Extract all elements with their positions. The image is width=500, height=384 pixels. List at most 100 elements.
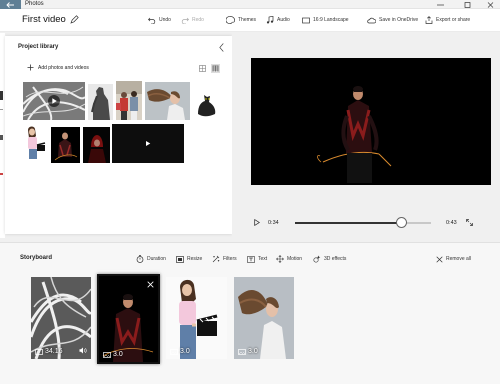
dark-figure-thumbnail bbox=[88, 84, 113, 120]
back-button[interactable] bbox=[0, 0, 21, 9]
export-button[interactable]: Export or share bbox=[425, 14, 470, 26]
save-onedrive-button[interactable]: Save in OneDrive bbox=[367, 14, 418, 26]
aspect-ratio-button[interactable]: 16:9 Landscape bbox=[302, 14, 349, 26]
play-button[interactable] bbox=[254, 219, 260, 226]
storyboard-card-1[interactable]: 34.16 bbox=[31, 277, 91, 359]
library-item-red-hood-photo[interactable] bbox=[83, 127, 110, 163]
seek-handle[interactable] bbox=[396, 217, 407, 228]
motion-label: Motion bbox=[287, 256, 303, 262]
black-cat-thumbnail bbox=[193, 84, 220, 118]
add-photos-videos-button[interactable]: Add photos and videos bbox=[27, 64, 89, 71]
close-icon bbox=[147, 281, 154, 288]
storyboard-card-3[interactable]: 3.0 bbox=[166, 277, 227, 359]
photo-icon bbox=[103, 351, 111, 358]
export-label: Export or share bbox=[436, 17, 471, 23]
motion-icon bbox=[276, 255, 284, 263]
duration-button[interactable]: Duration bbox=[136, 254, 166, 264]
close-icon bbox=[436, 255, 443, 263]
library-item-black-cat-photo[interactable] bbox=[193, 84, 220, 118]
card-2-duration: 3.0 bbox=[103, 351, 123, 358]
remove-all-button[interactable]: Remove all bbox=[436, 254, 471, 264]
play-icon bbox=[254, 219, 260, 226]
minimize-button[interactable] bbox=[428, 0, 452, 9]
aspect-ratio-label: 16:9 Landscape bbox=[313, 17, 349, 23]
motion-button[interactable]: Motion bbox=[276, 254, 302, 264]
filters-icon bbox=[212, 255, 220, 263]
library-item-clapboard-woman-photo[interactable] bbox=[22, 124, 46, 164]
text-icon bbox=[247, 255, 255, 263]
view-large-button[interactable] bbox=[211, 64, 220, 73]
3d-effects-label: 3D effects bbox=[324, 256, 347, 262]
shoppers-thumbnail bbox=[116, 81, 142, 120]
black-clip-thumbnail bbox=[112, 124, 184, 163]
project-library-panel: Project library Add photos and videos bbox=[5, 36, 232, 234]
card-1-audio[interactable] bbox=[79, 347, 87, 354]
card-4-duration-text: 3.0 bbox=[248, 348, 258, 355]
library-item-dark-figure-photo[interactable] bbox=[88, 84, 113, 120]
undo-button[interactable]: Undo bbox=[148, 14, 171, 26]
library-item-archer-photo[interactable] bbox=[51, 127, 80, 163]
expand-icon bbox=[466, 219, 473, 226]
clapboard-woman-card-thumbnail bbox=[166, 277, 227, 359]
storyboard-card-2-selected[interactable]: 3.0 bbox=[97, 274, 160, 364]
text-label: Text bbox=[258, 256, 268, 262]
cloud-icon bbox=[367, 17, 376, 23]
pencil-icon bbox=[70, 15, 79, 24]
maximize-icon bbox=[464, 1, 470, 8]
plus-icon bbox=[27, 64, 34, 71]
text-button[interactable]: Text bbox=[247, 254, 267, 264]
back-arrow-icon bbox=[6, 1, 14, 8]
maximize-button[interactable] bbox=[455, 0, 479, 9]
close-icon bbox=[487, 1, 493, 8]
remove-card-button[interactable] bbox=[147, 281, 154, 288]
photo-icon bbox=[238, 348, 246, 355]
export-icon bbox=[425, 16, 433, 24]
card-4-duration: 3.0 bbox=[238, 348, 258, 355]
video-clip-icon bbox=[35, 348, 43, 355]
seek-progress bbox=[295, 222, 401, 224]
hair-toss-thumbnail bbox=[145, 82, 190, 120]
project-library-title: Project library bbox=[18, 44, 59, 50]
close-window-button[interactable] bbox=[478, 0, 500, 9]
video-title[interactable]: First video bbox=[22, 13, 66, 27]
archer-thumbnail bbox=[51, 127, 80, 163]
speaker-icon bbox=[79, 347, 87, 354]
archer-preview-image bbox=[251, 58, 491, 185]
resize-button[interactable]: Resize bbox=[176, 254, 202, 264]
video-preview[interactable] bbox=[251, 58, 491, 185]
library-item-white-hair-video[interactable] bbox=[23, 82, 85, 120]
undo-icon bbox=[148, 17, 156, 24]
card-1-duration-text: 34.16 bbox=[45, 348, 63, 355]
resize-icon bbox=[176, 255, 184, 263]
rename-button[interactable] bbox=[70, 15, 79, 24]
view-small-button[interactable] bbox=[199, 65, 206, 72]
grid-large-icon bbox=[212, 65, 219, 72]
filters-button[interactable]: Filters bbox=[212, 254, 237, 264]
themes-button[interactable]: Themes bbox=[226, 14, 256, 26]
storyboard-title: Storyboard bbox=[20, 255, 53, 261]
storyboard-card-4[interactable]: 3.0 bbox=[234, 277, 294, 359]
palette-icon bbox=[226, 16, 235, 24]
audio-button[interactable]: Audio bbox=[266, 14, 290, 26]
undo-label: Undo bbox=[159, 17, 171, 23]
remove-all-label: Remove all bbox=[446, 256, 472, 262]
library-item-black-clip-video[interactable] bbox=[112, 124, 184, 163]
themes-label: Themes bbox=[238, 17, 257, 23]
library-item-hair-toss-photo[interactable] bbox=[145, 82, 190, 120]
stopwatch-icon bbox=[136, 255, 144, 263]
library-item-shoppers-photo[interactable] bbox=[116, 81, 142, 120]
save-onedrive-label: Save in OneDrive bbox=[379, 17, 419, 23]
window-title-bar bbox=[0, 0, 500, 9]
3d-effects-button[interactable]: 3D effects bbox=[313, 254, 346, 264]
collapse-library-button[interactable] bbox=[216, 41, 226, 53]
fullscreen-button[interactable] bbox=[466, 219, 473, 226]
end-time: 0:43 bbox=[446, 220, 457, 226]
redo-button[interactable]: Redo bbox=[181, 14, 204, 26]
card-1-duration: 34.16 bbox=[35, 348, 63, 355]
music-note-icon bbox=[266, 16, 274, 24]
grid-small-icon bbox=[199, 65, 206, 72]
app-title: Photos bbox=[25, 1, 44, 7]
filters-label: Filters bbox=[223, 256, 237, 262]
card-3-duration: 3.0 bbox=[170, 348, 190, 355]
archer-card-thumbnail bbox=[99, 276, 158, 362]
